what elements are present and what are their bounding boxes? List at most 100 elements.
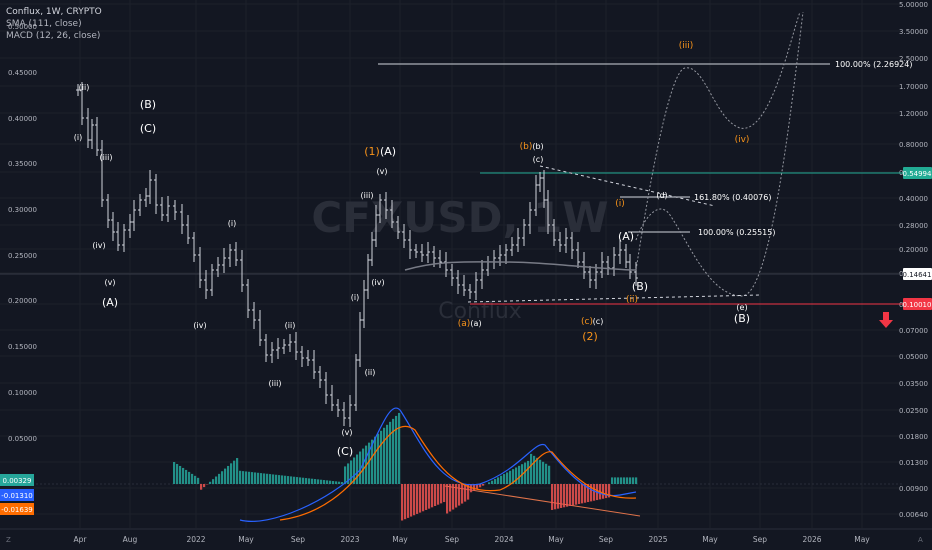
down-arrow-icon: [879, 312, 893, 328]
legend-sma[interactable]: SMA (111, close): [6, 18, 102, 30]
right-axis-tick: 0.80000: [899, 141, 928, 149]
macd-histogram-bar: [446, 484, 449, 514]
macd-histogram-bar: [458, 484, 461, 506]
support-badge: 0.10010: [903, 301, 932, 309]
macd-histogram-bar: [494, 479, 497, 484]
macd-histogram-bar: [389, 421, 392, 484]
time-axis-tick: May: [392, 535, 408, 544]
left-axis-tick: 0.45000: [8, 69, 37, 77]
right-axis-tick: 5.00000: [899, 1, 928, 9]
macd-histogram-bar: [524, 462, 527, 484]
macd-histogram-bar: [617, 477, 620, 484]
macd-histogram-bar: [482, 484, 485, 486]
macd-histogram-bar: [602, 484, 605, 499]
macd-histogram-bar: [398, 412, 401, 484]
macd-histogram-bar: [428, 484, 431, 509]
macd-histogram-bar: [578, 484, 581, 505]
right-price-axis[interactable]: 5.000003.500002.500001.700001.200000.800…: [899, 1, 928, 519]
macd-histogram-bar: [611, 477, 614, 484]
macd-histogram-bar: [248, 471, 251, 484]
time-axis-tick: 2024: [494, 535, 513, 544]
timezone-icon: Z: [6, 536, 11, 544]
time-axis-tick: 2025: [648, 535, 667, 544]
legend-symbol[interactable]: Conflux, 1W, CRYPTO: [6, 6, 102, 18]
macd-histogram-bar: [566, 484, 569, 507]
wave-label: (iii): [361, 191, 374, 200]
macd-histogram-bar: [518, 465, 521, 484]
macd-histogram-bar: [410, 484, 413, 517]
macd-histogram-bar: [356, 454, 359, 484]
wave-label-orange: (a): [458, 319, 471, 329]
wave-label: (ii): [365, 368, 376, 377]
right-axis-tick: 0.28000: [899, 222, 928, 230]
down-arrow-shape: [879, 312, 893, 328]
time-axis-tick: 2023: [340, 535, 359, 544]
wave-label: (iii): [100, 153, 113, 162]
time-axis[interactable]: Apr Aug 2022 May Sep 2023 May Sep 2024 May Sep 2025…: [0, 528, 932, 544]
macd-histogram-bar: [383, 427, 386, 484]
macd-histogram-bar: [503, 474, 506, 484]
time-axis-tick: May: [238, 535, 254, 544]
macd-histogram-bar: [377, 433, 380, 484]
wave-label: (A): [618, 230, 634, 243]
macd-histogram-bar: [632, 477, 635, 484]
macd-histogram-bar: [218, 473, 221, 484]
macd-histogram-bar: [329, 480, 332, 484]
wave-label: (iv): [92, 241, 105, 250]
macd-histogram-bar: [212, 479, 215, 484]
wave-label: (b): [532, 142, 543, 151]
wave-label: (c): [533, 155, 544, 164]
macd-histogram-bar: [194, 475, 197, 484]
macd-histogram-bar: [290, 476, 293, 484]
macd-histogram-bar: [176, 463, 179, 484]
macd-histogram-bar: [227, 465, 230, 484]
time-axis-tick: Sep: [599, 535, 613, 544]
wave-label-orange: (i): [615, 199, 625, 209]
wave-label-orange: (2): [582, 330, 598, 343]
macd-histogram-bar: [338, 481, 341, 484]
time-axis-tick: May: [548, 535, 564, 544]
macd-histogram-bar: [515, 467, 518, 484]
right-axis-tick: 0.01800: [899, 433, 928, 441]
macd-histogram-bar: [563, 484, 566, 508]
wave-label-orange: (1): [364, 145, 380, 158]
wave-label: (v): [342, 428, 353, 437]
macd-histogram-bar: [464, 484, 467, 502]
time-axis-tick: 2026: [802, 535, 821, 544]
right-axis-tick: 0.02500: [899, 407, 928, 415]
macd-signal-line: [279, 425, 637, 521]
macd-histogram-bar: [434, 484, 437, 506]
macd-histogram-bar: [260, 473, 263, 484]
macd-histogram-bar: [215, 476, 218, 484]
macd-histogram-bar: [620, 477, 623, 484]
macd-histogram-bar: [431, 484, 434, 508]
right-axis-tick: 3.50000: [899, 28, 928, 36]
macd-histogram-bar: [281, 475, 284, 484]
right-axis-tick: 0.07000: [899, 327, 928, 335]
fib-level-label: 100.00% (2.26924): [835, 60, 912, 69]
wave-label: (i): [74, 133, 82, 142]
macd-histogram-bar: [242, 471, 245, 484]
wave-label-orange: (c): [581, 317, 593, 327]
macd-value-badge: 0.00329: [3, 477, 32, 485]
macd-histogram-bar: [455, 484, 458, 508]
legend-macd[interactable]: MACD (12, 26, close): [6, 30, 102, 42]
macd-value-badge: -0.01639: [1, 506, 32, 514]
chart-svg[interactable]: CFXUSD, 1W Conflux 0.500000.450000.40000…: [0, 0, 932, 550]
wave-label: (v): [377, 167, 388, 176]
macd-histogram-bar: [266, 473, 269, 484]
wave-label: (ii): [79, 83, 90, 92]
macd-histogram-bar: [320, 479, 323, 484]
macd-histogram-bar: [191, 473, 194, 484]
macd-histogram-bar: [326, 480, 329, 484]
fib-level-label: 100.00% (0.25515): [698, 228, 775, 237]
macd-histogram-bar: [257, 472, 260, 484]
wave-label-orange: (ii): [626, 295, 638, 305]
macd-histogram-bar: [575, 484, 578, 505]
macd-histogram-bar: [209, 481, 212, 484]
wave-label: (v): [105, 278, 116, 287]
macd-histogram-bar: [419, 484, 422, 513]
macd-histogram-bar: [530, 453, 533, 484]
left-axis-tick: 0.15000: [8, 343, 37, 351]
macd-histogram-bar: [413, 484, 416, 516]
